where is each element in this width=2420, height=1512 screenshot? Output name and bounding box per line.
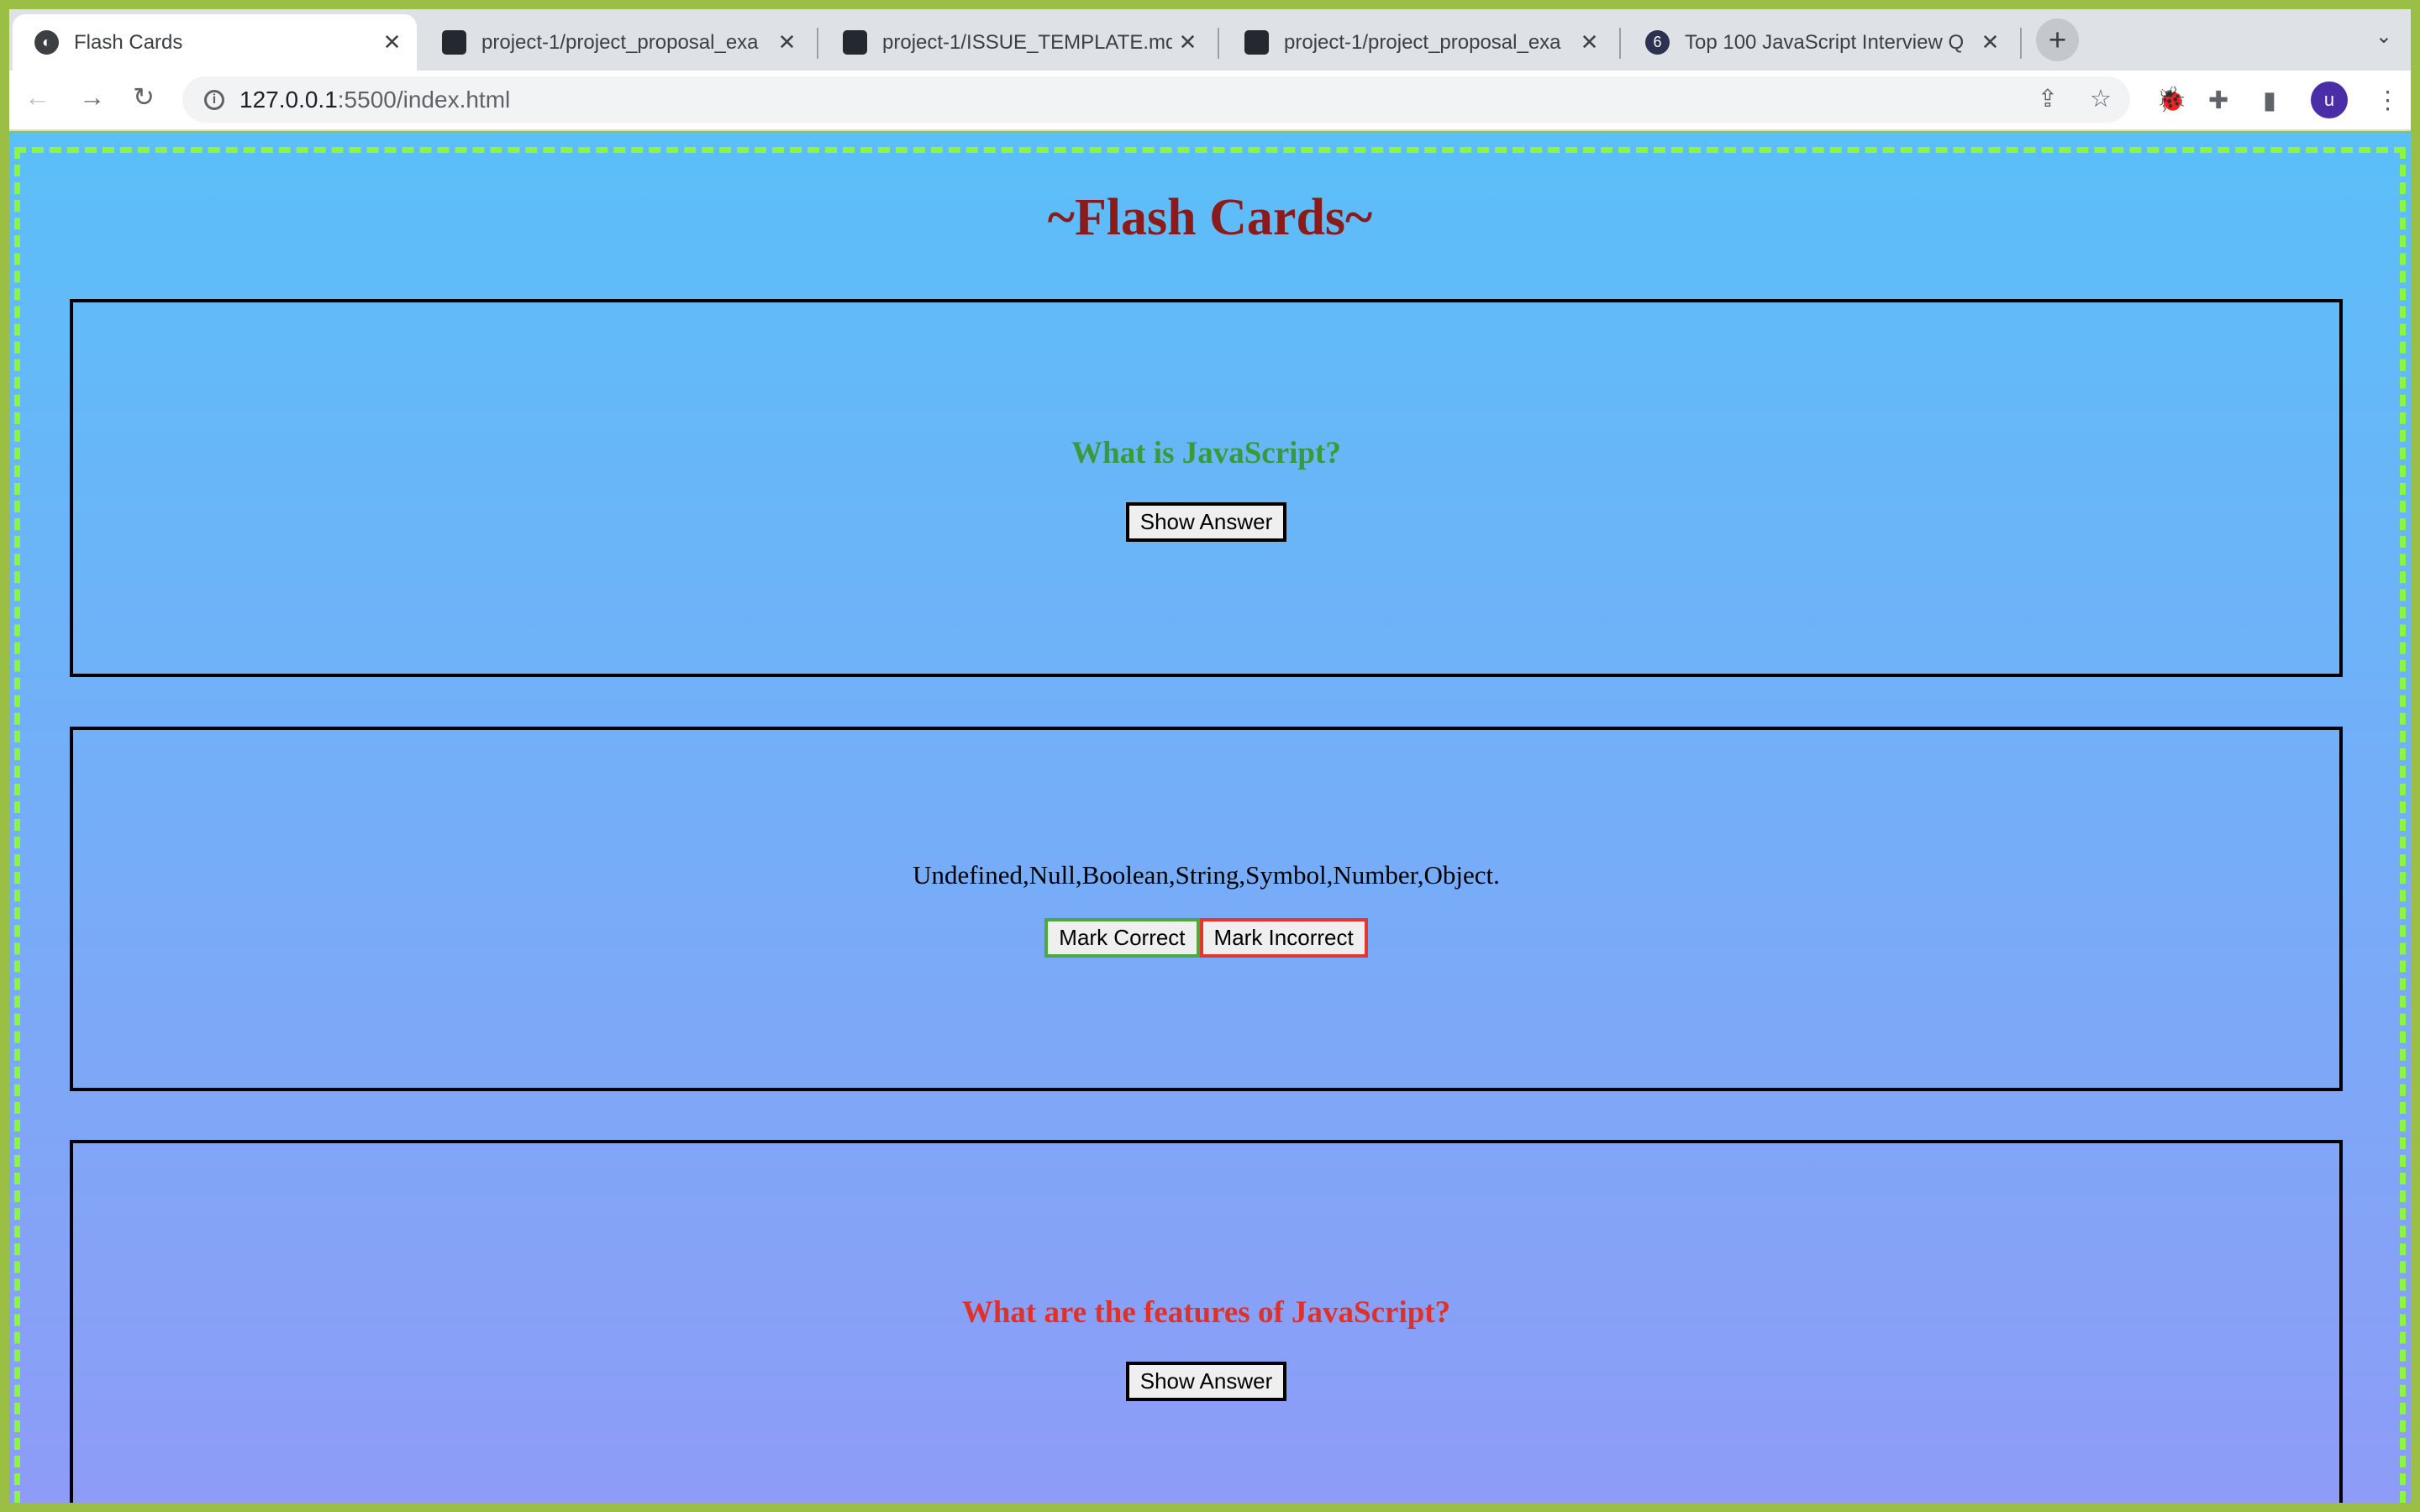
bookmark-star-icon[interactable]: ☆ [2090,84,2112,113]
close-tab-icon[interactable]: ✕ [1574,29,1605,55]
close-tab-icon[interactable]: ✕ [771,29,802,55]
profile-avatar[interactable]: u [2311,81,2348,118]
tab-separator [1218,28,1219,59]
card-answer: Undefined,Null,Boolean,String,Symbol,Num… [913,860,1500,890]
tab-search-chevron-icon[interactable]: ⌄ [2375,24,2392,49]
card-question: What are the features of JavaScript? [961,1295,1451,1330]
menu-kebab-icon[interactable]: ⋮ [2375,86,2400,115]
extensions-puzzle-icon[interactable]: ✚ [2208,86,2228,115]
show-answer-button[interactable]: Show Answer [1125,501,1287,542]
close-tab-icon[interactable]: ✕ [1975,29,2006,55]
address-bar[interactable]: i 127.0.0.1:5500/index.html ⇪ ☆ [182,76,2130,123]
site-info-icon[interactable]: i [204,89,224,110]
show-answer-button[interactable]: Show Answer [1125,1362,1287,1401]
tab-project-proposal[interactable]: project-1/project_proposal_exa ✕ [420,14,812,71]
mark-incorrect-button[interactable]: Mark Incorrect [1199,918,1368,958]
tab-separator [1619,28,1621,59]
side-panel-icon[interactable]: ▮ [2263,86,2276,115]
mark-correct-button[interactable]: Mark Correct [1044,918,1200,958]
back-icon[interactable]: ← [24,82,50,113]
flash-card-question: What are the features of JavaScript? Sho… [70,1140,2343,1503]
tab-issue-template[interactable]: project-1/ISSUE_TEMPLATE.md ✕ [821,14,1213,71]
flash-card-question: What is JavaScript? Show Answer [70,299,2343,677]
page-content: ~Flash Cards~ What is JavaScript? Show A… [9,133,2411,1503]
card-question: What is JavaScript? [1071,435,1341,470]
flash-card-answer: Undefined,Null,Boolean,String,Symbol,Num… [70,727,2343,1091]
mark-buttons: Mark Correct Mark Incorrect [1044,918,1368,958]
tab-bar: ◐ Flash Cards ✕ project-1/project_proposal… [9,9,2411,71]
tab-separator [817,28,818,59]
close-tab-icon[interactable]: ✕ [376,29,408,55]
page-title: ~Flash Cards~ [1047,189,1373,246]
tab-project-proposal-2[interactable]: project-1/project_proposal_exa ✕ [1223,14,1614,71]
close-tab-icon[interactable]: ✕ [1172,29,1203,55]
new-tab-button[interactable]: + [2036,18,2079,61]
reload-icon[interactable]: ↻ [133,82,155,113]
globe-icon: ◐ [34,30,59,55]
github-icon [1244,30,1269,55]
github-icon [442,30,466,55]
tab-js-interview[interactable]: 6 Top 100 JavaScript Interview Q ✕ [1623,14,2015,71]
url-host: 127.0.0.1 [239,86,338,113]
tab-flash-cards[interactable]: ◐ Flash Cards ✕ [13,14,417,71]
share-icon[interactable]: ⇪ [2038,84,2058,113]
github-icon [843,30,867,55]
tab-separator [2020,28,2022,59]
bug-extension-icon[interactable]: 🐞 [2156,86,2186,114]
forward-icon[interactable]: → [79,82,105,113]
site-icon: 6 [1645,30,1670,55]
browser-toolbar: ← → ↻ i 127.0.0.1:5500/index.html ⇪ ☆ 🐞 … [9,71,2411,131]
url-path: :5500/index.html [337,86,511,113]
